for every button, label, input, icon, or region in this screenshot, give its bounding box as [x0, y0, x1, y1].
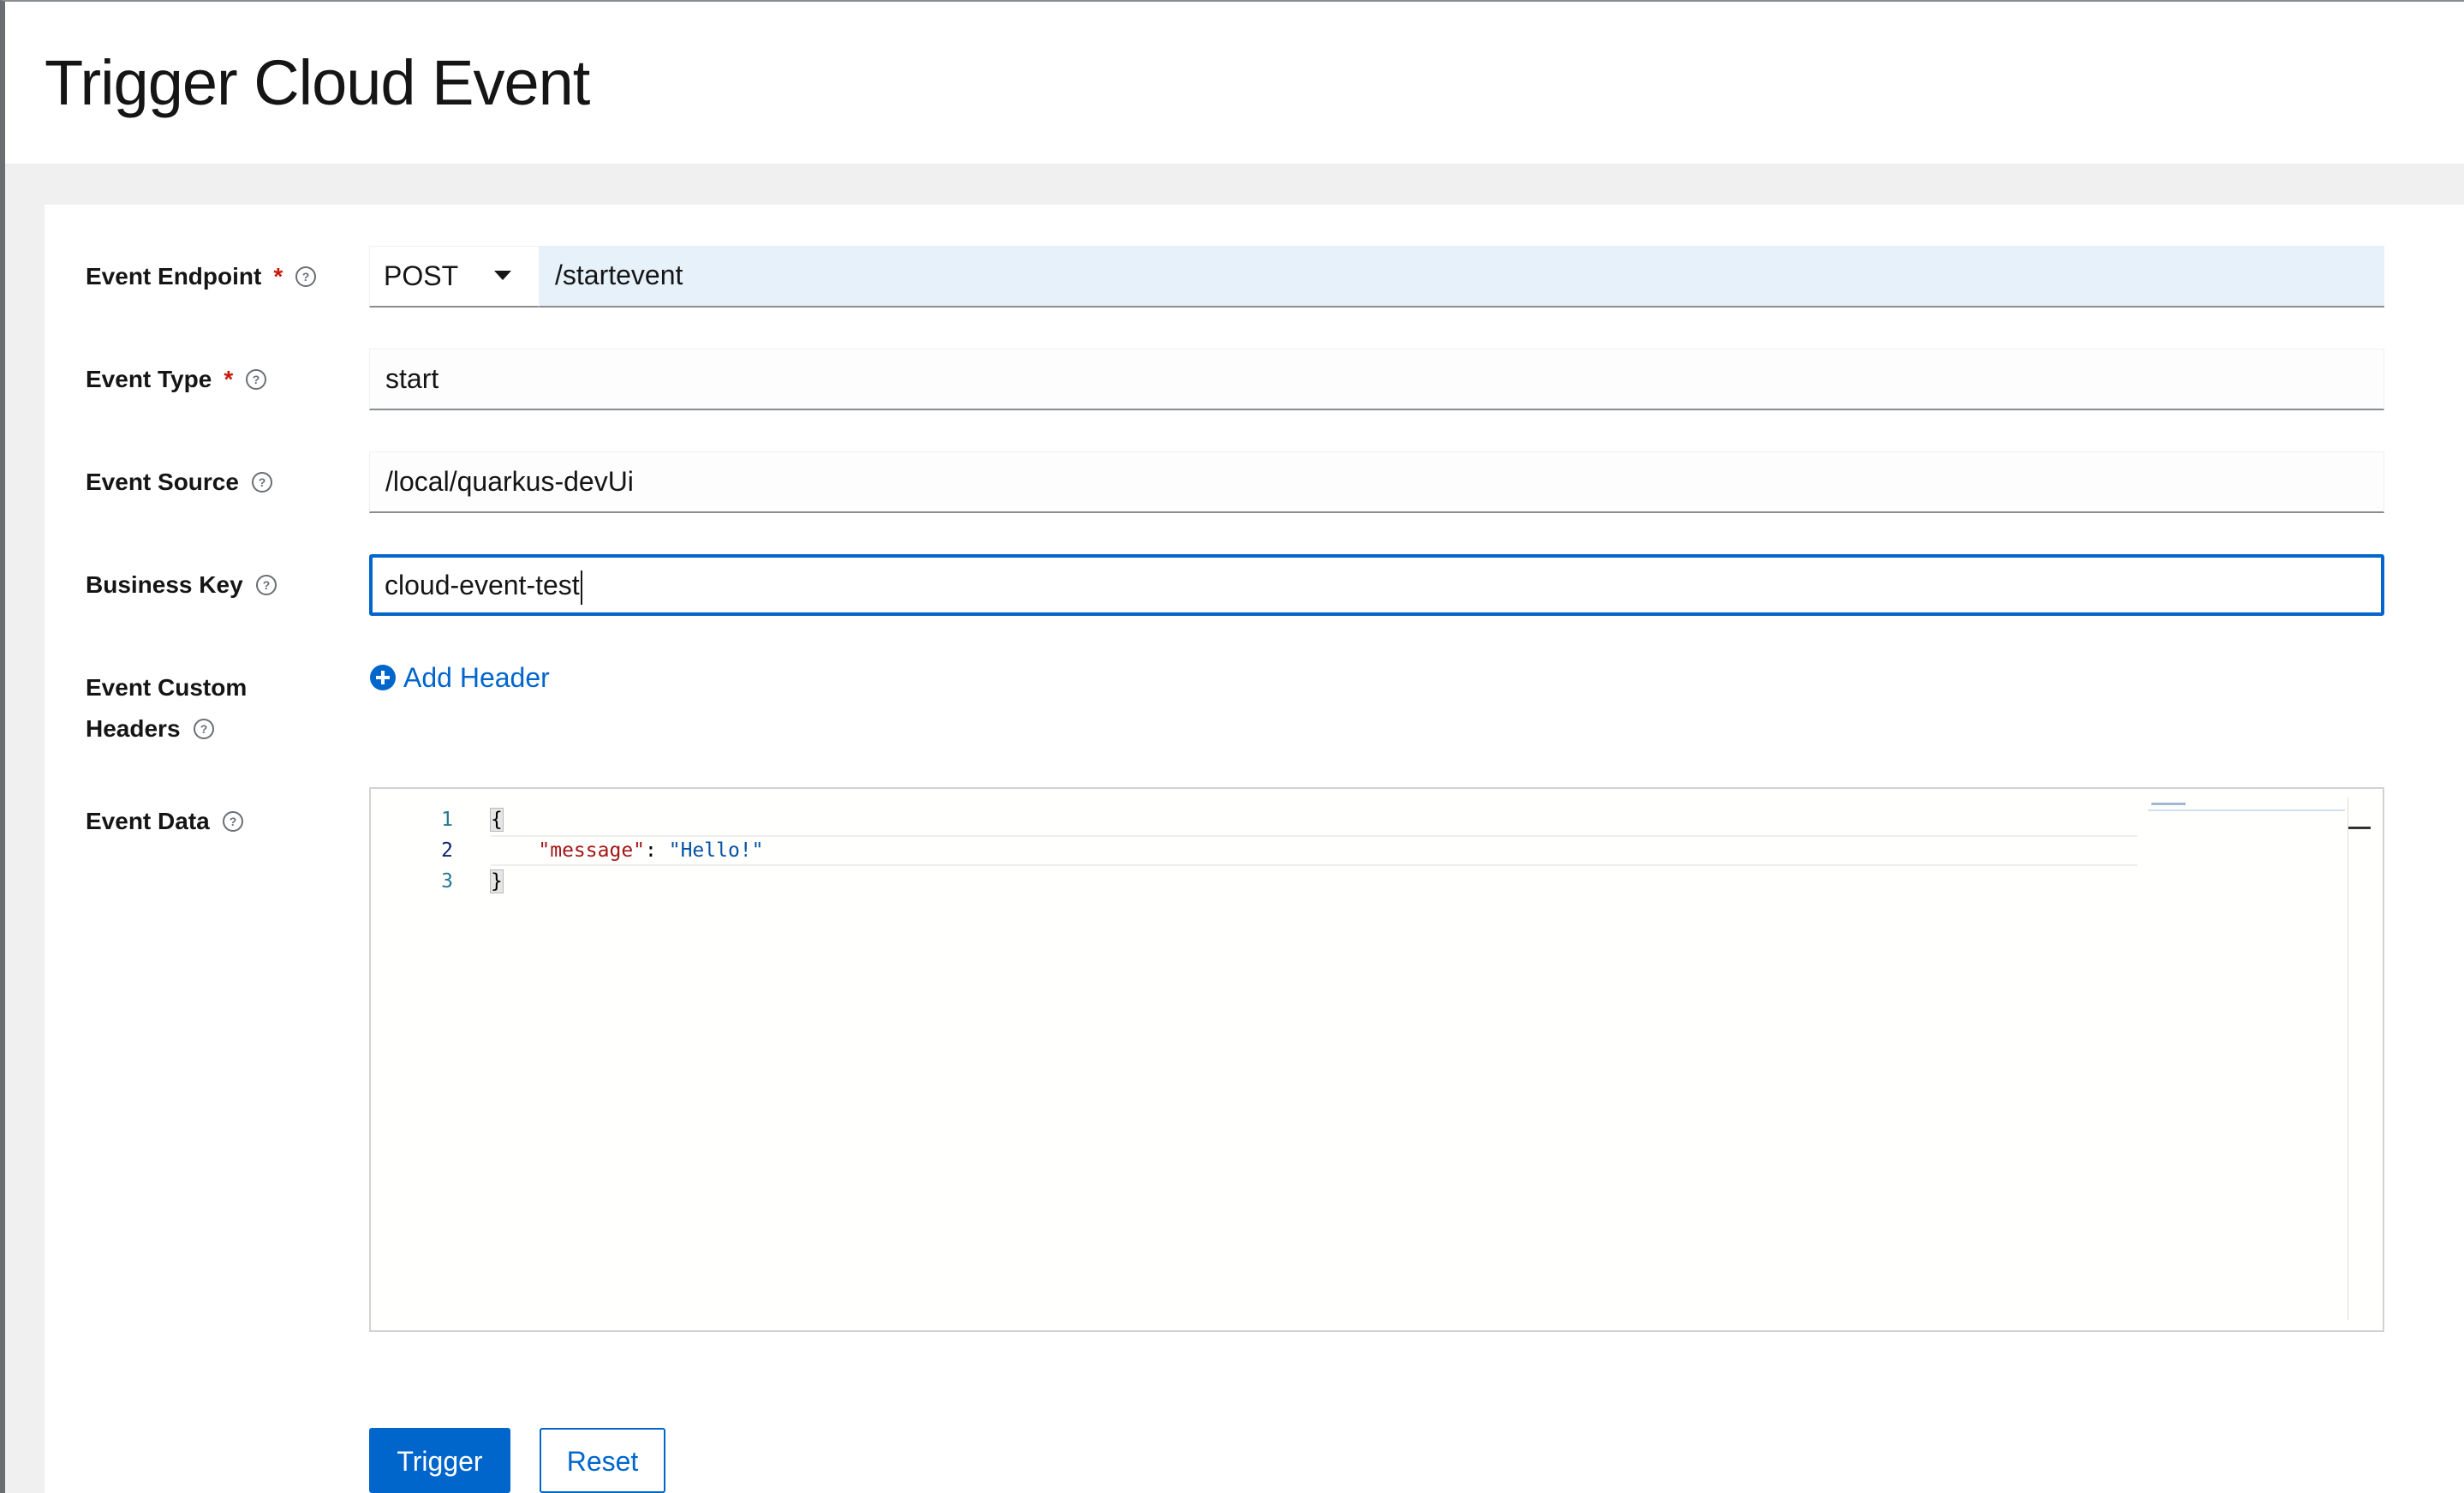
svg-text:?: ?	[259, 475, 266, 489]
event-type-label-text: Event Type	[86, 366, 212, 392]
svg-text:?: ?	[253, 373, 260, 386]
line-number: 3	[441, 870, 453, 893]
svg-text:?: ?	[262, 578, 270, 592]
svg-text:?: ?	[200, 722, 207, 736]
question-circle-icon[interactable]: ?	[245, 368, 267, 391]
required-asterisk: *	[224, 366, 234, 392]
event-source-label: Event Source ?	[86, 462, 273, 503]
close-brace: }	[490, 869, 504, 893]
event-data-label: Event Data ?	[86, 801, 244, 842]
custom-headers-label-text-1: Event Custom	[86, 674, 248, 701]
endpoint-path-input[interactable]: /startevent	[540, 246, 2384, 308]
reset-button[interactable]: Reset	[540, 1428, 665, 1493]
overview-ruler-marker	[2348, 827, 2371, 829]
text-caret	[580, 570, 582, 605]
event-type-input[interactable]: start	[369, 349, 2384, 410]
event-data-code-editor[interactable]: 1 2 3 { "message": "Hello!" }	[369, 787, 2384, 1332]
event-type-label: Event Type * ?	[86, 359, 267, 400]
business-key-label: Business Key ?	[86, 564, 277, 606]
plus-circle-icon	[370, 665, 396, 690]
business-key-value: cloud-event-test	[385, 570, 580, 600]
question-circle-icon[interactable]: ?	[295, 266, 317, 288]
custom-headers-label-line1: Event Custom	[86, 667, 247, 708]
svg-text:?: ?	[302, 270, 310, 284]
event-endpoint-label-text: Event Endpoint	[86, 263, 262, 290]
required-asterisk: *	[273, 263, 283, 290]
add-header-button[interactable]: Add Header	[369, 657, 550, 698]
event-data-label-text: Event Data	[86, 808, 210, 834]
trigger-button[interactable]: Trigger	[369, 1428, 510, 1493]
open-brace: {	[490, 808, 504, 832]
code-line: }	[490, 866, 2138, 897]
svg-text:?: ?	[229, 815, 236, 828]
event-source-label-text: Event Source	[86, 469, 239, 495]
minimap-content	[2151, 803, 2186, 805]
question-circle-icon[interactable]: ?	[222, 810, 244, 833]
add-header-label: Add Header	[403, 662, 550, 693]
line-number-gutter: 1 2 3	[371, 804, 453, 897]
business-key-input[interactable]: cloud-event-test	[369, 554, 2384, 616]
custom-headers-label-text-2: Headers	[86, 715, 181, 742]
event-source-input[interactable]: /local/quarkus-devUi	[369, 451, 2384, 513]
json-separator: :	[645, 839, 669, 862]
code-line: {	[490, 804, 2138, 835]
event-endpoint-label: Event Endpoint * ?	[86, 256, 317, 297]
question-circle-icon[interactable]: ?	[193, 718, 215, 740]
json-key: "message"	[538, 839, 646, 862]
code-line-current: "message": "Hello!"	[491, 835, 2138, 866]
http-method-value: POST	[384, 260, 459, 291]
page-title: Trigger Cloud Event	[45, 47, 590, 118]
question-circle-icon[interactable]: ?	[251, 471, 273, 493]
code-area[interactable]: { "message": "Hello!" }	[490, 804, 2138, 897]
page-header: Trigger Cloud Event	[5, 2, 2464, 164]
business-key-label-text: Business Key	[86, 571, 243, 598]
json-string-value: "Hello!"	[668, 839, 764, 862]
question-circle-icon[interactable]: ?	[255, 574, 277, 596]
editor-minimap[interactable]	[2148, 801, 2345, 811]
line-number: 2	[441, 839, 453, 862]
caret-down-icon	[494, 271, 511, 280]
line-number: 1	[441, 809, 453, 831]
http-method-select[interactable]: POST	[369, 246, 540, 308]
custom-headers-label-line2: Headers ?	[86, 708, 215, 749]
